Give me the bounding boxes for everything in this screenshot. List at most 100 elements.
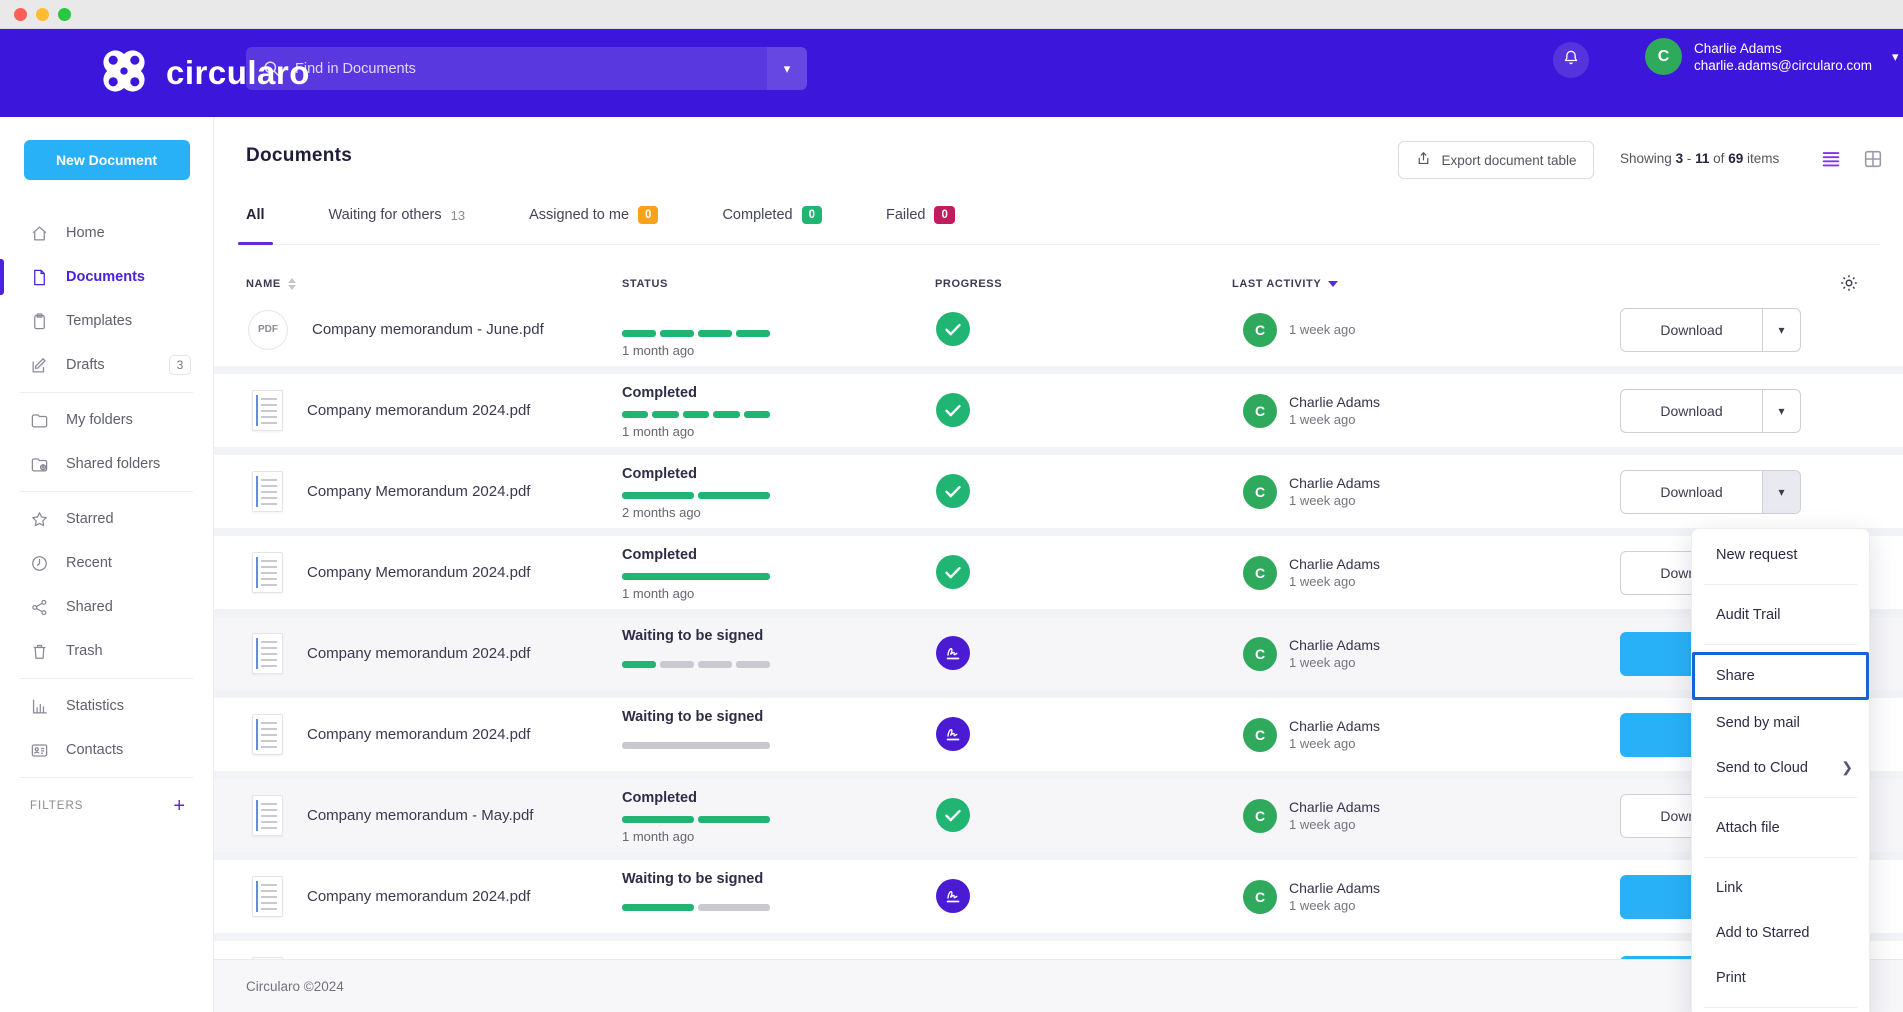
table-header: NAME STATUS PROGRESS LAST ACTIVITY [214,270,1903,305]
activity-user-name: Charlie Adams [1289,474,1380,492]
sidebar-item-my-folders[interactable]: My folders [0,398,213,442]
menu-item-new-request[interactable]: New request [1692,532,1869,577]
sidebar-item-home[interactable]: Home [0,211,213,255]
sort-desc-icon [1328,281,1338,287]
completed-check-icon [936,798,970,832]
tab-all[interactable]: All [238,205,273,244]
chevron-down-icon: ▾ [1892,49,1899,65]
tab-assigned-to-me[interactable]: Assigned to me 0 [521,205,666,244]
status-label: Completed [622,385,697,401]
status-date: 1 month ago [622,829,694,844]
column-header-name[interactable]: NAME [246,278,296,290]
tab-count-badge: 13 [451,208,465,223]
column-header-last-activity[interactable]: LAST ACTIVITY [1232,278,1338,290]
sidebar-item-statistics[interactable]: Statistics [0,684,213,728]
status-label: Completed [622,466,697,482]
sidebar-item-documents[interactable]: Documents [0,255,213,299]
menu-item-send-to-cloud[interactable]: Send to Cloud ❯ [1692,745,1869,790]
pdf-circle: PDF [248,310,288,350]
table-row[interactable]: Company Memorandum 2024.pdf Completed 1 … [214,536,1903,609]
status-label: Completed [622,790,697,806]
minimize-window-button[interactable] [36,8,49,21]
status-date: 1 month ago [622,424,694,439]
grid-view-button[interactable] [1862,148,1884,170]
folder-icon [30,411,49,430]
status-label: Waiting to be signed [622,709,763,725]
progress-segment [622,492,694,499]
download-options-caret[interactable]: ▾ [1763,309,1800,351]
status-date: 1 month ago [622,343,694,358]
status-label: Waiting to be signed [622,871,763,887]
sidebar-item-trash[interactable]: Trash [0,629,213,673]
close-window-button[interactable] [14,8,27,21]
divider [20,678,193,679]
search-scope-dropdown[interactable]: ▾ [767,47,807,90]
user-menu[interactable]: C Charlie Adams charlie.adams@circularo.… [1645,38,1899,75]
sidebar-item-starred[interactable]: Starred [0,497,213,541]
search-input[interactable] [295,61,767,77]
list-view-button[interactable] [1820,148,1842,170]
notifications-button[interactable] [1553,42,1589,78]
user-avatar: C [1243,799,1277,833]
menu-item-share[interactable]: Share [1692,652,1869,700]
sidebar-item-recent[interactable]: Recent [0,541,213,585]
activity-time: 1 week ago [1289,654,1380,671]
menu-item-print[interactable]: Print [1692,955,1869,1000]
sidebar-item-templates[interactable]: Templates [0,299,213,343]
table-row[interactable]: Company memorandum - May.pdf Completed 1… [214,779,1903,852]
table-row[interactable]: PDF Company memorandum - June.pdf 1 mont… [214,305,1903,366]
menu-item-send-by-mail[interactable]: Send by mail [1692,700,1869,745]
table-settings-gear-icon[interactable] [1838,272,1860,294]
divider [20,491,193,492]
document-name: Company Memorandum 2024.pdf [307,483,530,500]
progress-segment [698,904,770,911]
download-button[interactable]: Download ▾ [1620,389,1801,433]
table-row[interactable]: Company memorandum 2024.pdf Waiting to b… [214,698,1903,771]
doc-thumb [252,714,283,755]
menu-divider [1704,857,1857,858]
table-row[interactable] [214,941,1903,959]
sidebar-item-shared-folders[interactable]: Shared folders [0,442,213,486]
doc-thumb [252,795,283,836]
activity-time: 1 week ago [1289,573,1380,590]
tab-completed[interactable]: Completed 0 [714,205,830,244]
table-row[interactable]: Company Memorandum 2024.pdf Completed 2 … [214,455,1903,528]
download-options-caret[interactable]: ▾ [1763,390,1800,432]
maximize-window-button[interactable] [58,8,71,21]
sidebar-item-shared[interactable]: Shared [0,585,213,629]
menu-item-audit-trail[interactable]: Audit Trail [1692,592,1869,637]
sidebar-item-drafts[interactable]: Drafts 3 [0,343,213,387]
doc-thumb [252,552,283,593]
showing-count: Showing 3 - 11 of 69 items [1620,151,1779,166]
column-header-status[interactable]: STATUS [622,278,668,290]
table-row[interactable]: Company memorandum 2024.pdf Completed 1 … [214,374,1903,447]
download-options-caret[interactable]: ▾ [1763,471,1800,513]
export-document-table-button[interactable]: Export document table [1398,141,1594,179]
menu-item-add-to-starred[interactable]: Add to Starred [1692,910,1869,955]
tab-waiting-for-others[interactable]: Waiting for others 13 [321,205,474,244]
stats-icon [30,697,49,716]
table-row[interactable]: Company memorandum 2024.pdf Waiting to b… [214,617,1903,690]
menu-item-attach-file[interactable]: Attach file [1692,805,1869,850]
activity-time: 1 week ago [1289,411,1380,428]
document-name: Company memorandum 2024.pdf [307,645,530,662]
menu-item-link[interactable]: Link [1692,865,1869,910]
sidebar-item-contacts[interactable]: Contacts [0,728,213,772]
table-row[interactable]: Company memorandum 2024.pdf Waiting to b… [214,860,1903,933]
main-content: Documents Export document table Showing … [214,117,1903,1012]
new-document-button[interactable]: New Document [24,140,190,180]
download-button[interactable]: Download ▾ [1620,470,1801,514]
tab-failed[interactable]: Failed 0 [878,205,963,244]
add-filter-button[interactable]: + [173,797,185,815]
progress-segment [622,742,770,749]
status-date: 2 months ago [622,505,701,520]
document-name: Company memorandum - June.pdf [312,321,544,338]
status-label: Completed [622,547,697,563]
column-header-progress[interactable]: PROGRESS [935,278,1002,290]
download-button[interactable]: Download ▾ [1620,308,1801,352]
document-name: Company memorandum 2024.pdf [307,888,530,905]
export-label: Export document table [1441,153,1576,168]
progress-bar [622,904,770,911]
sidebar: New Document Home Documents Templates Dr… [0,117,214,1012]
progress-bar [622,816,770,823]
